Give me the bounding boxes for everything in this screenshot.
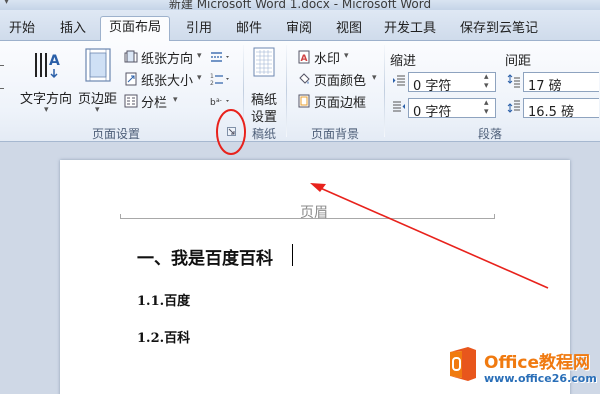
page-border-icon xyxy=(298,94,310,108)
chevron-down-icon: ▾ xyxy=(197,73,202,83)
tab-developer[interactable]: 开发工具 xyxy=(384,17,436,36)
breaks-button[interactable] xyxy=(210,50,232,64)
page-background-group-label: 页面背景 xyxy=(311,127,360,141)
indent-left-icon xyxy=(393,75,405,86)
text-direction-button[interactable]: A 文字方向 ▾ xyxy=(20,43,76,119)
tab-page-layout[interactable]: 页面布局 xyxy=(100,16,171,42)
spacing-before-icon xyxy=(507,74,520,88)
spacing-before-spinner[interactable]: 17 磅 xyxy=(523,72,599,94)
window-title: 新建 Microsoft Word 1.docx - Microsoft Wor… xyxy=(168,0,432,10)
brand-url: www.office26.com xyxy=(484,372,597,385)
group-divider xyxy=(243,45,244,137)
tab-review[interactable]: 审阅 xyxy=(286,17,312,36)
page-setup-group-label: 页面设置 xyxy=(92,127,141,141)
orientation-icon xyxy=(124,50,138,63)
page-color-label: 页面颜色 xyxy=(314,74,367,89)
paint-bucket-icon xyxy=(299,73,310,84)
header-label: 页眉 xyxy=(300,205,328,221)
indent-right-spinner[interactable]: 0 字符 ▴ ▾ xyxy=(408,98,496,120)
chevron-down-icon: ▾ xyxy=(372,73,377,83)
spacing-after-spinner[interactable]: 16.5 磅 xyxy=(523,98,599,120)
heading-1[interactable]: 一、我是百度百科 xyxy=(137,244,273,269)
spinner-arrows-icon[interactable]: ▴ ▾ xyxy=(484,99,489,117)
paper-size-icon xyxy=(125,72,137,86)
group-divider xyxy=(286,45,287,137)
heading-2-baike[interactable]: 1.2.百科 xyxy=(137,327,190,346)
hyphenation-icon: b a- xyxy=(210,97,229,108)
svg-text:1: 1 xyxy=(210,73,214,80)
indent-left-spinner[interactable]: 0 字符 ▴ ▾ xyxy=(408,72,496,94)
tab-mailings[interactable]: 邮件 xyxy=(236,17,262,36)
breaks-icon xyxy=(211,52,229,62)
tab-save-to-cloud-notes[interactable]: 保存到云笔记 xyxy=(460,17,538,36)
svg-text:a-: a- xyxy=(216,97,222,104)
svg-text:A: A xyxy=(49,53,60,69)
watermark-icon: A xyxy=(298,50,310,64)
ribbon: A 文字方向 ▾ 页边距 ▾ 纸张方向 ▾ 纸张大小 ▾ 分栏 ▾ 1 2 b … xyxy=(0,41,600,142)
indent-right-icon xyxy=(393,101,405,112)
margins-button[interactable]: 页边距 ▾ xyxy=(78,43,120,119)
columns-icon xyxy=(124,94,138,108)
indent-right-value: 0 字符 xyxy=(413,105,452,120)
tab-references[interactable]: 引用 xyxy=(186,17,212,36)
title-bar: ▾ 新建 Microsoft Word 1.docx - Microsoft W… xyxy=(0,0,600,10)
page-borders-button[interactable]: 页面边框 xyxy=(297,92,377,111)
office-logo-icon xyxy=(450,347,476,381)
svg-text:A: A xyxy=(301,54,308,64)
hyphenation-button[interactable]: b a- xyxy=(210,94,232,108)
chevron-down-icon: ▾ xyxy=(344,51,349,61)
text-cursor xyxy=(292,244,293,266)
page-borders-label: 页面边框 xyxy=(314,96,367,111)
watermark-label: 水印 xyxy=(314,52,341,67)
size-button[interactable]: 纸张大小 ▾ xyxy=(124,70,208,89)
brand-watermark: Office教程网 www.office26.com xyxy=(440,340,600,394)
size-label: 纸张大小 xyxy=(141,74,194,89)
line-numbers-icon: 1 2 xyxy=(210,73,229,87)
draft-settings-button[interactable]: 稿纸 设置 xyxy=(246,45,282,125)
chevron-down-icon: ▾ xyxy=(173,95,178,105)
margins-icon xyxy=(85,48,111,82)
page-setup-dialog-launcher[interactable] xyxy=(227,127,236,136)
brand-name: Office教程网 xyxy=(484,353,591,373)
tab-home[interactable]: 开始 xyxy=(9,17,35,36)
spacing-after-value: 16.5 磅 xyxy=(528,105,575,120)
columns-button[interactable]: 分栏 ▾ xyxy=(124,92,184,111)
orientation-label: 纸张方向 xyxy=(141,52,194,67)
draft-settings-label-line2: 设置 xyxy=(251,110,278,125)
text-direction-icon: A xyxy=(35,53,60,79)
page-color-button[interactable]: 页面颜色 ▾ xyxy=(297,70,383,89)
spacing-before-value: 17 磅 xyxy=(528,79,562,94)
line-numbers-button[interactable]: 1 2 xyxy=(210,72,232,87)
watermark-button[interactable]: A 水印 ▾ xyxy=(297,48,357,67)
chevron-down-icon: ▾ xyxy=(197,51,202,61)
dialog-launcher-icon xyxy=(228,128,235,135)
ribbon-tabs: 开始 插入 页面布局 引用 邮件 审阅 视图 开发工具 保存到云笔记 xyxy=(0,10,600,42)
spacing-after-icon xyxy=(507,100,520,113)
chevron-down-icon: ▾ xyxy=(44,105,49,115)
ribbon-cut-edge xyxy=(0,55,6,115)
draft-paper-icon xyxy=(253,47,275,77)
paragraph-group-label: 段落 xyxy=(478,127,503,141)
spinner-arrows-icon[interactable]: ▴ ▾ xyxy=(484,73,489,91)
indent-label: 缩进 xyxy=(390,54,417,69)
tab-insert[interactable]: 插入 xyxy=(60,17,86,36)
columns-label: 分栏 xyxy=(141,96,168,111)
tab-view[interactable]: 视图 xyxy=(336,17,362,36)
indent-left-value: 0 字符 xyxy=(413,79,452,94)
orientation-button[interactable]: 纸张方向 ▾ xyxy=(124,48,208,67)
heading-2-baidu[interactable]: 1.1.百度 xyxy=(137,290,190,309)
draft-group-label: 稿纸 xyxy=(252,127,277,141)
group-divider xyxy=(384,45,385,137)
spacing-label: 间距 xyxy=(505,54,532,69)
chevron-down-icon: ▾ xyxy=(95,105,100,115)
svg-text:2: 2 xyxy=(210,80,214,86)
